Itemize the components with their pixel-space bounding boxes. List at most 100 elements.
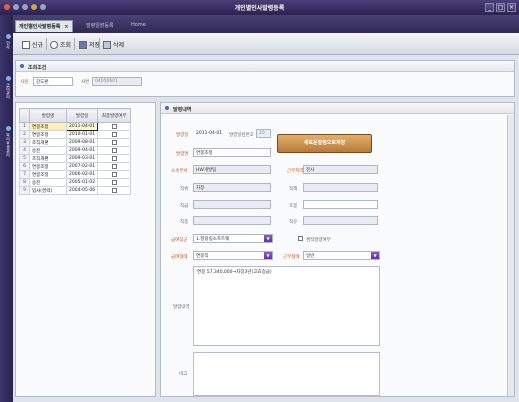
appointment-date-cell[interactable]: 2004-05-06	[65, 186, 99, 195]
tab-label: 개인별인사발령등록	[19, 24, 61, 30]
new-button[interactable]: 신규	[22, 39, 43, 50]
search-panel-title: 조회조건	[28, 65, 47, 71]
delete-button[interactable]: 삭제	[103, 39, 124, 50]
final-flag-checkbox[interactable]	[111, 147, 117, 153]
row-number: 9	[19, 186, 30, 195]
sequence-label: 발령일련번호	[229, 133, 254, 138]
table-row[interactable]: 8 승진 2005-01-02	[19, 178, 132, 187]
tab-bar: 개인별인사발령등록 × 발령일괄등록 Home	[13, 15, 519, 33]
chevron-down-icon[interactable]: ▼	[264, 252, 272, 259]
appointment-date-field[interactable]: 2011-04-01	[193, 129, 225, 138]
final-flag-checkbox[interactable]	[111, 163, 117, 169]
bullet-icon	[20, 64, 24, 68]
appointment-name-cell[interactable]: 연봉조정	[29, 130, 67, 139]
final-flag-checkbox[interactable]	[111, 139, 117, 145]
search-button[interactable]: 조회	[50, 39, 71, 50]
table-row[interactable]: 2 연봉조정 2010-01-01	[19, 130, 132, 139]
appointment-name-cell[interactable]: 조직개편	[29, 138, 67, 147]
step-label: 호봉	[289, 204, 298, 209]
save-button[interactable]: 저장	[79, 39, 100, 50]
appointment-date-cell[interactable]: 2007-02-01	[65, 162, 99, 171]
appointment-name-cell[interactable]: 입사(경력)	[29, 186, 67, 195]
concurrent-checkbox[interactable]	[298, 236, 303, 241]
job-class-label: 직종	[180, 220, 189, 225]
chevron-down-icon[interactable]: ▼	[264, 235, 272, 242]
remark-textarea[interactable]	[193, 352, 380, 396]
nav-item-payroll[interactable]: 급여관리	[2, 65, 11, 109]
row-number: 8	[19, 178, 30, 187]
table-row[interactable]: 6 연봉조정 2007-02-01	[19, 162, 132, 171]
appointment-date-cell[interactable]: 2010-01-01	[65, 130, 99, 139]
chevron-down-icon[interactable]: ▼	[371, 252, 379, 259]
final-flag-checkbox[interactable]	[111, 187, 117, 193]
appointment-name-cell[interactable]: 승진	[29, 146, 67, 155]
maximize-button[interactable]: □	[496, 3, 505, 12]
work-area-field[interactable]: 전사	[303, 165, 378, 174]
job-type-field[interactable]	[303, 216, 378, 225]
remark-label: 비고	[179, 372, 188, 377]
grade-label: 직급	[180, 204, 189, 209]
table-row[interactable]: 4 승진 2009-04-01	[19, 146, 132, 155]
employee-name-field[interactable]: 강도환	[33, 77, 73, 86]
column-header[interactable]: 최종발령여부	[97, 108, 132, 123]
final-flag-checkbox[interactable]	[111, 155, 117, 161]
work-area-label: 근무지역	[287, 169, 304, 174]
final-flag-checkbox[interactable]	[111, 123, 117, 129]
row-number: 5	[19, 154, 30, 163]
payroll-icon	[5, 75, 11, 81]
close-tab-icon[interactable]: ×	[64, 24, 68, 30]
nav-item-welfare[interactable]: 복리후생관리	[2, 113, 11, 169]
pay-type-select[interactable]: 연봉직 ▼	[193, 251, 273, 260]
duty-field[interactable]	[303, 183, 378, 192]
minimize-button[interactable]: _	[485, 3, 494, 12]
tab-individual-appointment[interactable]: 개인별인사발령등록 ×	[15, 20, 73, 32]
appointment-date-cell[interactable]: 2006-02-01	[65, 170, 99, 179]
appointment-name-cell[interactable]: 조직개편	[29, 154, 67, 163]
table-row[interactable]: 5 조직개편 2009-03-01	[19, 154, 132, 163]
job-type-label: 직유	[289, 220, 298, 225]
final-flag-checkbox[interactable]	[111, 171, 117, 177]
tab-bulk-appointment[interactable]: 발령일괄등록	[83, 20, 117, 32]
step-field[interactable]	[303, 200, 378, 209]
save-as-new-button[interactable]: 새로운발령으로저장	[277, 134, 372, 153]
table-row[interactable]: 1 연봉조정 2011-04-01	[19, 122, 132, 131]
final-flag-cell	[97, 154, 132, 163]
appointment-date-cell[interactable]: 2009-03-01	[65, 154, 99, 163]
tab-home[interactable]: Home	[128, 20, 149, 32]
row-number: 3	[19, 138, 30, 147]
nav-item-label: 인사	[6, 40, 11, 49]
appointment-date-cell[interactable]: 2011-04-01	[65, 122, 99, 131]
appointment-content-textarea[interactable]: 연봉 57,340,000→차장3년(고효승급)	[193, 266, 380, 346]
row-number: 4	[19, 146, 30, 155]
appointment-date-cell[interactable]: 2009-04-01	[65, 146, 99, 155]
table-row[interactable]: 7 연봉조정 2006-02-01	[19, 170, 132, 179]
column-header[interactable]: 발령일	[65, 108, 99, 123]
row-number-header	[19, 108, 30, 123]
table-row[interactable]: 3 조직개편 2009-08-01	[19, 138, 132, 147]
department-field[interactable]: HW개발팀	[193, 165, 271, 174]
grade-field[interactable]	[193, 200, 271, 209]
position-field[interactable]: 차장	[193, 183, 271, 192]
appointment-name-cell[interactable]: 연봉조정	[29, 170, 67, 179]
close-button[interactable]: ×	[507, 3, 516, 12]
pay-class-select[interactable]: 1.정링링소프트웨 ▼	[193, 234, 273, 243]
empno-field: 04050601	[92, 77, 142, 86]
final-flag-checkbox[interactable]	[111, 131, 117, 137]
appointment-date-cell[interactable]: 2009-08-01	[65, 138, 99, 147]
column-header[interactable]: 발령명	[29, 108, 67, 123]
work-type-select[interactable]: 일반 ▼	[303, 251, 380, 260]
final-flag-cell	[97, 138, 132, 147]
nav-item-hr[interactable]: 인사	[2, 21, 11, 61]
appointment-name-field[interactable]: 연봉조정	[193, 148, 271, 157]
job-class-field[interactable]	[193, 216, 271, 225]
trash-icon	[103, 40, 111, 49]
appointment-name-cell[interactable]: 승진	[29, 178, 67, 187]
row-number: 1	[19, 122, 30, 131]
table-row[interactable]: 9 입사(경력) 2004-05-06	[19, 186, 132, 195]
detail-scrollbar[interactable]	[507, 115, 514, 396]
final-flag-cell	[97, 122, 132, 131]
appointment-name-cell[interactable]: 연봉조정	[29, 122, 67, 131]
appointment-name-cell[interactable]: 연봉조정	[29, 162, 67, 171]
final-flag-checkbox[interactable]	[111, 179, 117, 185]
appointment-date-cell[interactable]: 2005-01-02	[65, 178, 99, 187]
